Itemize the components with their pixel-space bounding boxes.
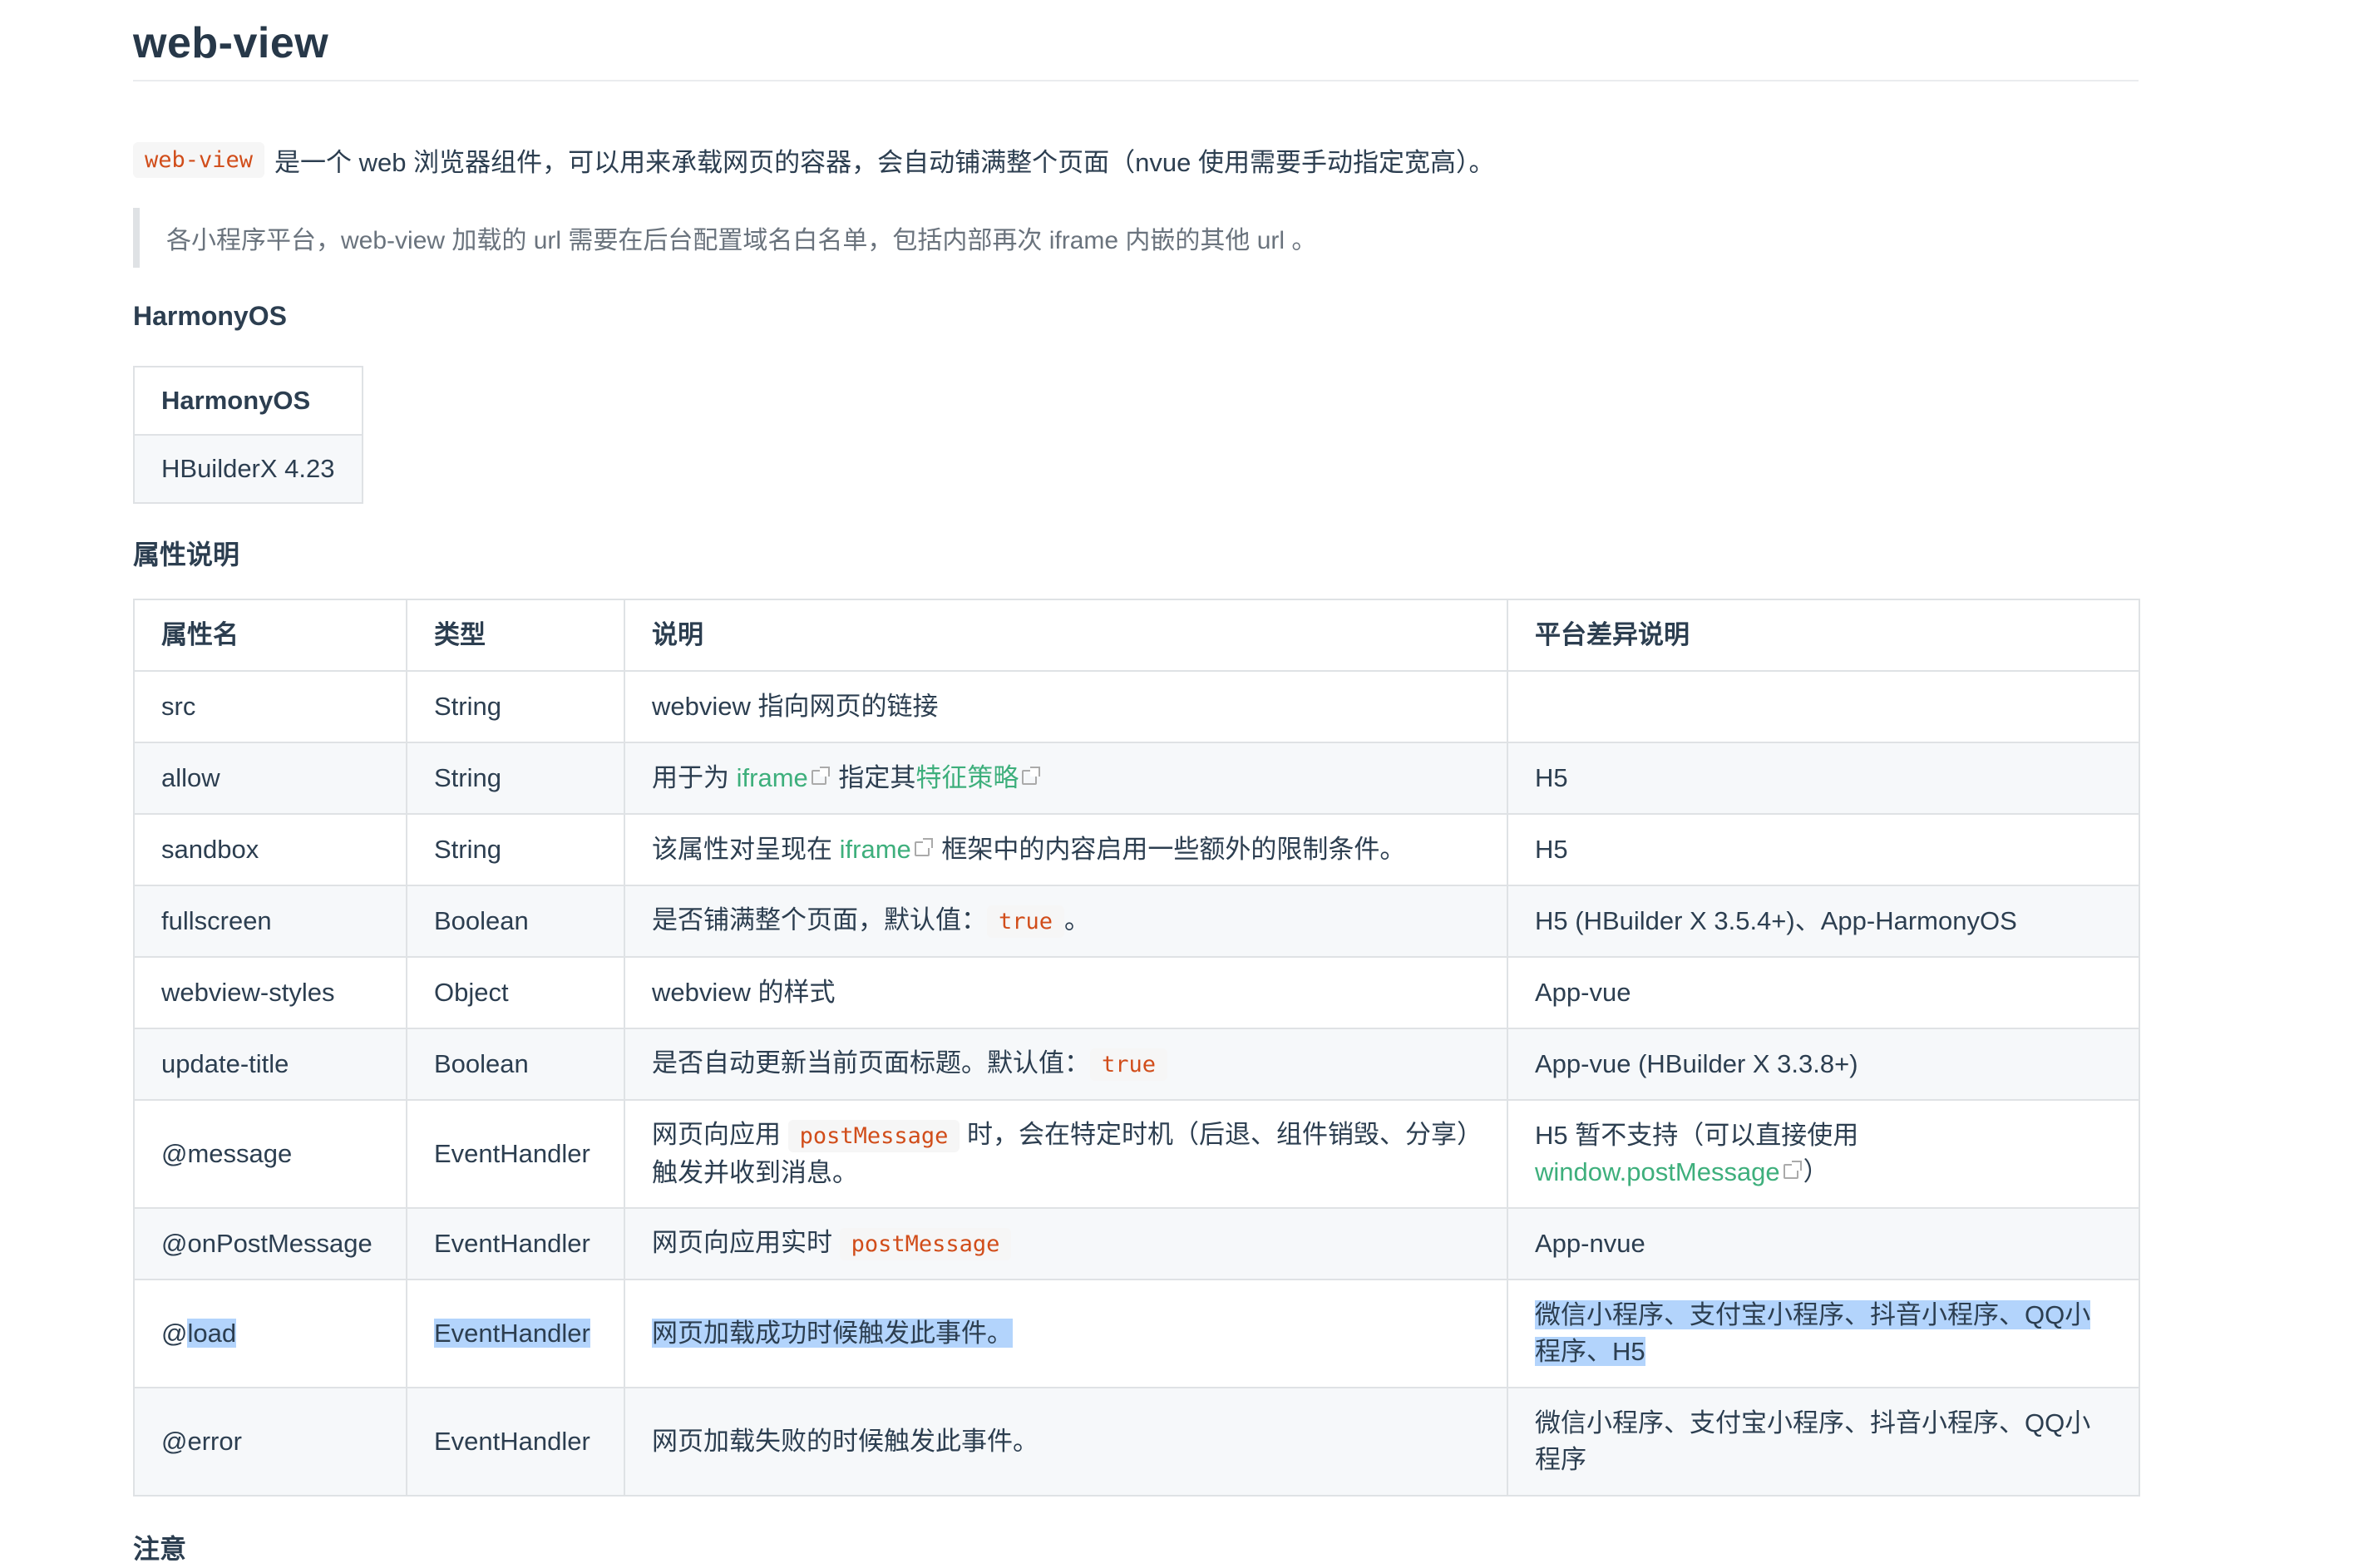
- table-row: @message EventHandler 网页向应用 postMessage …: [133, 1099, 2140, 1209]
- intro-code: web-view: [133, 142, 265, 178]
- table-row: @error EventHandler 网页加载失败的时候触发此事件。 微信小程…: [133, 1387, 2140, 1497]
- desc-text: 指定其: [831, 763, 916, 792]
- table-row: sandbox String 该属性对呈现在 iframe 框架中的内容启用一些…: [133, 813, 2140, 886]
- attr-type: Object: [406, 956, 625, 1029]
- table-header-row: 属性名 类型 说明 平台差异说明: [133, 599, 2140, 672]
- iframe-link[interactable]: iframe: [737, 763, 808, 792]
- platform-text: ）: [1803, 1157, 1829, 1186]
- attr-type: EventHandler: [406, 1279, 625, 1388]
- attr-desc: 网页加载失败的时候触发此事件。: [624, 1387, 1508, 1497]
- table-row: fullscreen Boolean 是否铺满整个页面，默认值： true。 H5…: [133, 885, 2140, 958]
- attr-name: allow: [133, 742, 407, 815]
- selected-text: load: [187, 1319, 237, 1348]
- table-row: update-title Boolean 是否自动更新当前页面标题。默认值： tr…: [133, 1028, 2140, 1101]
- feature-policy-link[interactable]: 特征策略: [915, 763, 1019, 792]
- inline-code: postMessage: [839, 1228, 1012, 1260]
- attr-desc: 该属性对呈现在 iframe 框架中的内容启用一些额外的限制条件。: [624, 813, 1508, 886]
- attr-name: sandbox: [133, 813, 407, 886]
- table-row: webview-styles Object webview 的样式 App-vu…: [133, 956, 2140, 1029]
- attr-type: String: [406, 742, 625, 815]
- attr-name: webview-styles: [133, 956, 407, 1029]
- table-row: src String webview 指向网页的链接: [133, 670, 2140, 743]
- attr-desc: webview 的样式: [624, 956, 1508, 1029]
- attr-type: String: [406, 813, 625, 886]
- attr-type: Boolean: [406, 1028, 625, 1101]
- attr-platform: App-nvue: [1507, 1207, 2140, 1280]
- harmony-table-header: HarmonyOS: [133, 366, 363, 436]
- attr-type: EventHandler: [406, 1099, 625, 1209]
- attr-platform: H5 (HBuilder X 3.5.4+)、App-HarmonyOS: [1507, 885, 2140, 958]
- platform-text: H5 暂不支持（可以直接使用: [1535, 1121, 1859, 1150]
- harmony-table: HarmonyOS HBuilderX 4.23: [133, 366, 363, 504]
- name-prefix: @: [161, 1319, 188, 1348]
- attr-heading: 属性说明: [133, 540, 240, 570]
- attr-desc: 是否铺满整个页面，默认值： true。: [624, 885, 1508, 958]
- attr-type: EventHandler: [406, 1387, 625, 1497]
- external-link-icon: [1783, 1161, 1802, 1179]
- external-link-icon: [1022, 767, 1041, 785]
- intro-text: 是一个 web 浏览器组件，可以用来承载网页的容器，会自动铺满整个页面（nvue…: [274, 148, 1495, 177]
- attr-platform: 微信小程序、支付宝小程序、抖音小程序、QQ小程序: [1507, 1387, 2140, 1497]
- attributes-table: 属性名 类型 说明 平台差异说明 src String webview 指向网页…: [133, 599, 2140, 1497]
- attr-name: fullscreen: [133, 885, 407, 958]
- intro-paragraph: web-view 是一个 web 浏览器组件，可以用来承载网页的容器，会自动铺满…: [133, 141, 1494, 179]
- attr-desc: 网页向应用 postMessage 时，会在特定时机（后退、组件销毁、分享）触发…: [624, 1099, 1508, 1209]
- header-desc: 说明: [624, 599, 1508, 672]
- table-row: @load EventHandler 网页加载成功时候触发此事件。 微信小程序、…: [133, 1279, 2140, 1388]
- attr-name: @onPostMessage: [133, 1207, 407, 1280]
- desc-text: 框架中的内容启用一些额外的限制条件。: [934, 835, 1406, 864]
- inline-code: true: [987, 905, 1065, 938]
- attr-name: @error: [133, 1387, 407, 1497]
- attr-name: update-title: [133, 1028, 407, 1101]
- harmony-heading: HarmonyOS: [133, 301, 287, 331]
- header-platform: 平台差异说明: [1507, 599, 2140, 672]
- table-row: @onPostMessage EventHandler 网页向应用实时 post…: [133, 1207, 2140, 1280]
- header-type: 类型: [406, 599, 625, 672]
- desc-text: 该属性对呈现在: [652, 835, 840, 864]
- table-row: allow String 用于为 iframe 指定其特征策略 H5: [133, 742, 2140, 815]
- quote-text: 各小程序平台，web-view 加载的 url 需要在后台配置域名白名单，包括内…: [166, 227, 1317, 254]
- attr-platform: H5 暂不支持（可以直接使用 window.postMessage ）: [1507, 1099, 2140, 1209]
- selected-text: EventHandler: [434, 1319, 590, 1348]
- note-heading: 注意: [133, 1534, 187, 1564]
- harmony-table-value: HBuilderX 4.23: [133, 434, 363, 504]
- desc-text: 是否自动更新当前页面标题。默认值：: [652, 1048, 1090, 1077]
- attr-desc: 是否自动更新当前页面标题。默认值： true: [624, 1028, 1508, 1101]
- desc-text: 用于为: [652, 763, 737, 792]
- attr-desc: 网页加载成功时候触发此事件。: [624, 1279, 1508, 1388]
- header-name: 属性名: [133, 599, 407, 672]
- page-title: web-view: [133, 19, 329, 67]
- blockquote-note: 各小程序平台，web-view 加载的 url 需要在后台配置域名白名单，包括内…: [133, 208, 2139, 268]
- attr-platform: App-vue: [1507, 956, 2140, 1029]
- iframe-link[interactable]: iframe: [840, 835, 911, 864]
- attr-platform: App-vue (HBuilder X 3.3.8+): [1507, 1028, 2140, 1101]
- desc-text: 。: [1064, 905, 1091, 934]
- window-postmessage-link[interactable]: window.postMessage: [1535, 1157, 1780, 1186]
- external-link-icon: [914, 838, 933, 856]
- attr-name: src: [133, 670, 407, 743]
- attr-platform: H5: [1507, 813, 2140, 886]
- attr-name: @load: [133, 1279, 407, 1388]
- doc-page: web-view web-view 是一个 web 浏览器组件，可以用来承载网页…: [0, 0, 2378, 1568]
- desc-text: 网页向应用实时: [652, 1228, 840, 1257]
- desc-text: 是否铺满整个页面，默认值：: [652, 905, 987, 934]
- external-link-icon: [811, 767, 830, 785]
- attr-name: @message: [133, 1099, 407, 1209]
- attr-platform: 微信小程序、支付宝小程序、抖音小程序、QQ小程序、H5: [1507, 1279, 2140, 1388]
- attr-type: Boolean: [406, 885, 625, 958]
- attr-type: EventHandler: [406, 1207, 625, 1280]
- selected-text: 网页加载成功时候触发此事件。: [652, 1319, 1013, 1348]
- attr-desc: 网页向应用实时 postMessage: [624, 1207, 1508, 1280]
- desc-text: 网页向应用: [652, 1120, 788, 1149]
- attr-platform: H5: [1507, 742, 2140, 815]
- title-divider: [133, 80, 2139, 81]
- inline-code: postMessage: [787, 1120, 960, 1152]
- attr-desc: 用于为 iframe 指定其特征策略: [624, 742, 1508, 815]
- selected-text: 微信小程序、支付宝小程序、抖音小程序、QQ小程序、H5: [1535, 1300, 2091, 1366]
- attr-desc: webview 指向网页的链接: [624, 670, 1508, 743]
- attr-type: String: [406, 670, 625, 743]
- attr-platform: [1507, 670, 2140, 743]
- inline-code: true: [1090, 1048, 1168, 1081]
